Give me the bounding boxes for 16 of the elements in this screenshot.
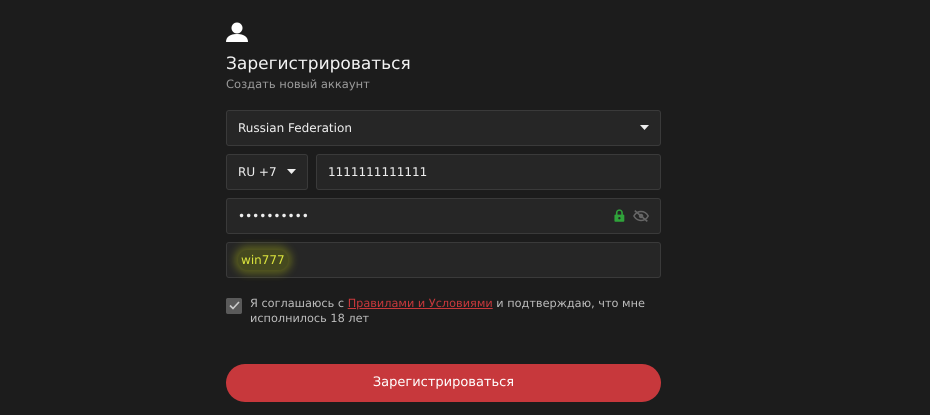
promo-code-field[interactable]: win777: [226, 242, 661, 278]
user-icon: [226, 22, 248, 42]
caret-icon: [287, 169, 296, 174]
country-select[interactable]: Russian Federation: [226, 110, 661, 146]
hidden-eye-icon[interactable]: [632, 208, 649, 223]
check-icon: [228, 301, 240, 310]
agreement-checkbox[interactable]: [226, 298, 242, 314]
form-title: Зарегистрироваться: [226, 54, 412, 74]
password-input[interactable]: ••••••••••: [238, 206, 606, 225]
form-subtitle: Создать новый аккаунт: [226, 76, 371, 94]
country-code-select[interactable]: RU +7: [226, 154, 308, 190]
phone-field[interactable]: 1111111111111: [316, 154, 661, 190]
register-button[interactable]: Зарегистрироваться: [226, 364, 661, 402]
password-field[interactable]: ••••••••••: [226, 198, 661, 234]
agreement-text: Я соглашаюсь с Правилами и Условиями и подтверждаю, что мне исполнилось 18 лет: [250, 296, 646, 326]
caret-icon: [640, 125, 649, 130]
